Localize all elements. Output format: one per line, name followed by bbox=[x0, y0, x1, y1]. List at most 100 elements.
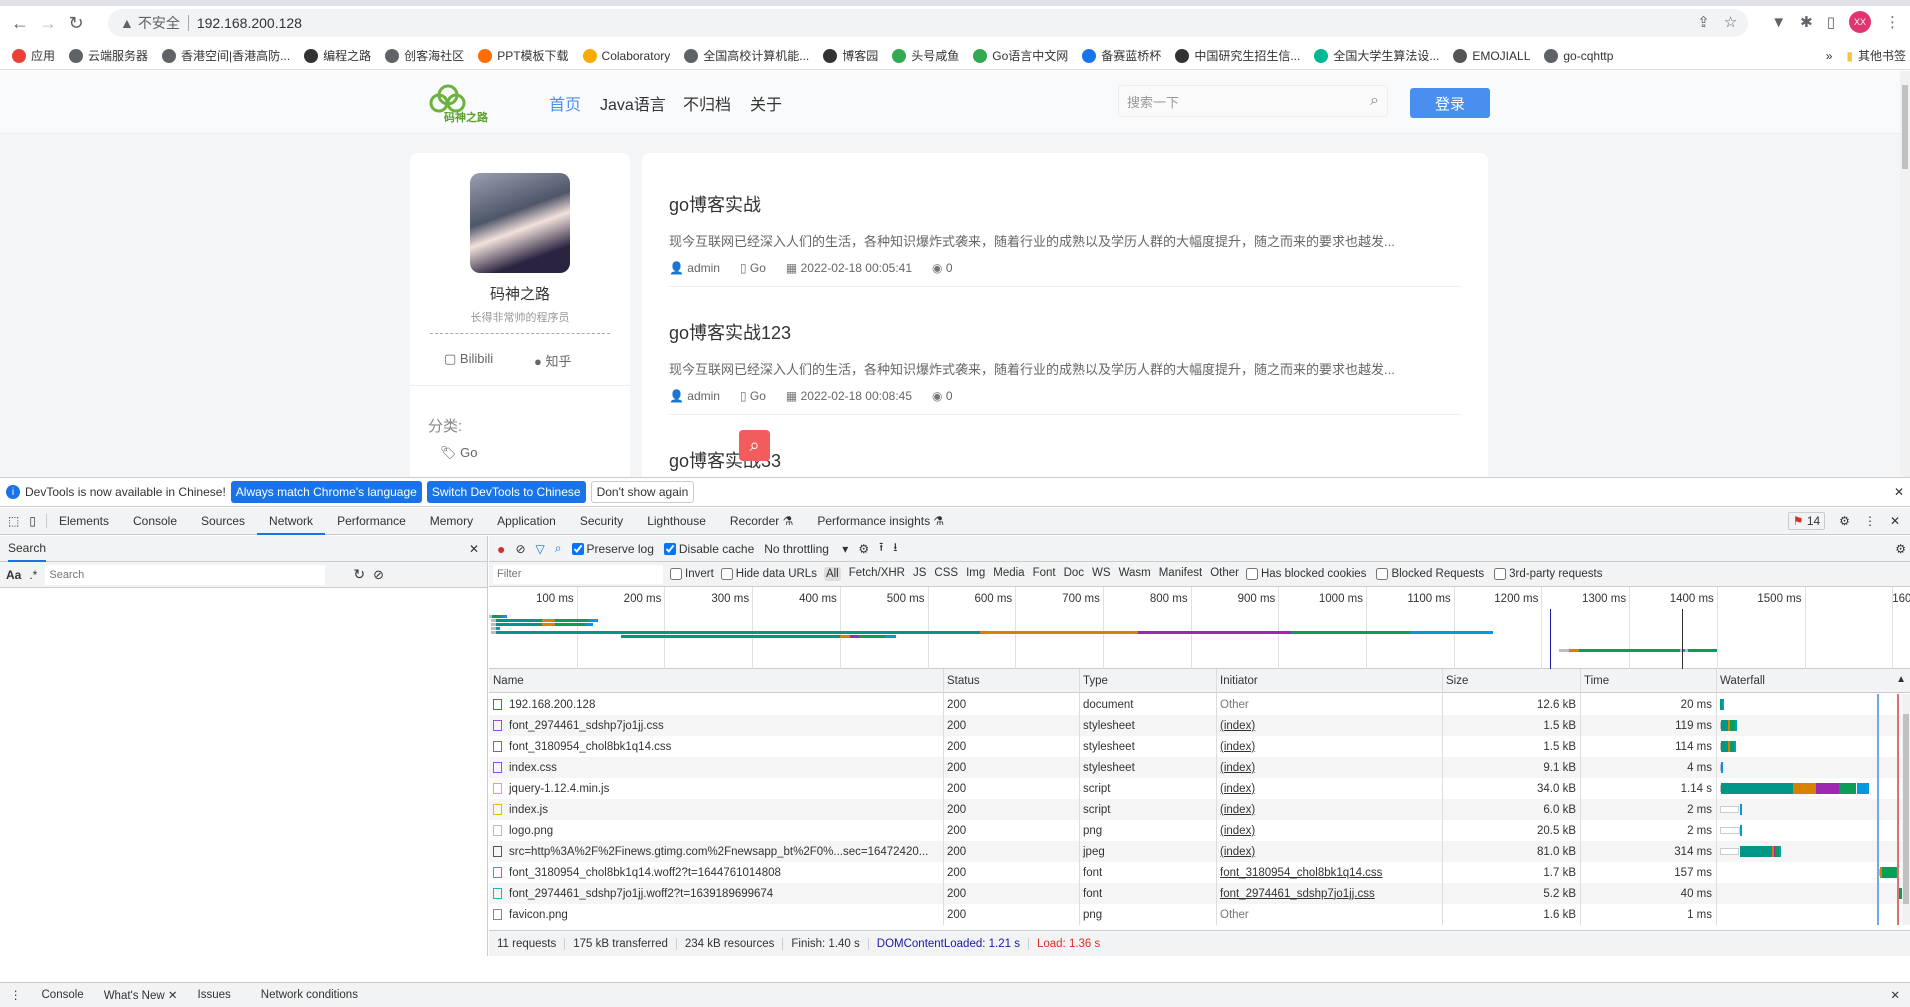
switch-chinese-button[interactable]: Switch DevTools to Chinese bbox=[426, 481, 586, 503]
extensions-icon[interactable]: ✱ bbox=[1800, 13, 1813, 31]
table-row[interactable]: font_3180954_chol8bk1q14.css 200 styleshee… bbox=[489, 736, 1910, 757]
forward-icon[interactable]: → bbox=[34, 9, 62, 37]
site-search-input[interactable]: 搜索一下 ⌕ bbox=[1118, 85, 1388, 117]
bookmark-item[interactable]: 头号咸鱼 bbox=[892, 47, 959, 64]
throttling-select[interactable]: No throttling ▾ bbox=[764, 542, 848, 556]
column-divider[interactable] bbox=[1216, 669, 1217, 925]
bilibili-link[interactable]: ▢ Bilibili bbox=[444, 351, 493, 367]
cell-initiator[interactable]: font_3180954_chol8bk1q14.css bbox=[1216, 862, 1442, 883]
column-header-status[interactable]: Status bbox=[943, 669, 1079, 692]
bookmark-item[interactable]: 博客园 bbox=[823, 47, 878, 64]
bookmark-item[interactable]: 云端服务器 bbox=[69, 47, 148, 64]
network-settings-icon[interactable]: ⚙ bbox=[1895, 542, 1906, 556]
bookmark-item[interactable]: EMOJIALL bbox=[1453, 48, 1530, 63]
drawer-tab-network-conditions[interactable]: Network conditions bbox=[261, 989, 358, 1001]
type-filter-all[interactable]: All bbox=[823, 567, 841, 581]
table-scrollbar[interactable] bbox=[1902, 694, 1910, 925]
tab-application[interactable]: Application bbox=[485, 508, 568, 535]
network-conditions-icon[interactable]: ⚙ bbox=[858, 542, 869, 556]
post-title[interactable]: go博客实战123 bbox=[669, 319, 791, 345]
menu-icon[interactable]: ⋮ bbox=[1885, 13, 1900, 31]
bookmark-item[interactable]: go-cqhttp bbox=[1544, 48, 1613, 63]
tab-sources[interactable]: Sources bbox=[189, 508, 257, 535]
table-row[interactable]: logo.png 200 png (index) 20.5 kB 2 ms bbox=[489, 820, 1910, 841]
dont-show-button[interactable]: Don't show again bbox=[590, 481, 695, 503]
cell-initiator[interactable]: (index) bbox=[1216, 736, 1442, 757]
device-toolbar-icon[interactable]: ▯ bbox=[25, 514, 47, 528]
column-header-type[interactable]: Type bbox=[1079, 669, 1216, 692]
column-header-waterfall[interactable]: Waterfall bbox=[1716, 669, 1910, 692]
table-row[interactable]: jquery-1.12.4.min.js 200 script (index) 34.0… bbox=[489, 778, 1910, 799]
regex-toggle[interactable]: .* bbox=[29, 568, 37, 582]
cell-initiator[interactable]: font_2974461_sdshp7jo1jj.css bbox=[1216, 883, 1442, 904]
preserve-log-checkbox[interactable]: Preserve log bbox=[571, 542, 654, 556]
type-filter-doc[interactable]: Doc bbox=[1064, 567, 1084, 581]
nav-archive[interactable]: 不归档 bbox=[683, 91, 731, 115]
filter-checkbox[interactable]: Blocked Requests bbox=[1376, 568, 1484, 580]
type-filter-fetchxhr[interactable]: Fetch/XHR bbox=[849, 567, 905, 581]
bookmark-item[interactable]: 全国高校计算机能... bbox=[684, 47, 809, 64]
clear-icon[interactable]: ⊘ bbox=[373, 567, 384, 583]
zhihu-link[interactable]: ● 知乎 bbox=[534, 351, 571, 370]
vue-devtools-icon[interactable]: ▼ bbox=[1771, 14, 1786, 31]
match-language-button[interactable]: Always match Chrome's language bbox=[230, 481, 422, 503]
column-header-time[interactable]: Time bbox=[1580, 669, 1716, 692]
cell-initiator[interactable]: (index) bbox=[1216, 799, 1442, 820]
bookmark-item[interactable]: 应用 bbox=[12, 47, 55, 64]
import-har-icon[interactable]: ⭱ bbox=[879, 538, 883, 559]
column-header-size[interactable]: Size bbox=[1442, 669, 1580, 692]
column-divider[interactable] bbox=[943, 669, 944, 925]
drawer-tab-issues[interactable]: Issues bbox=[198, 989, 231, 1001]
inspect-icon[interactable]: ⬚ bbox=[0, 514, 25, 528]
table-row[interactable]: 192.168.200.128 200 document Other 12.6 kB 20… bbox=[489, 694, 1910, 715]
close-drawer-icon[interactable]: ✕ bbox=[1890, 988, 1900, 1002]
settings-icon[interactable]: ⚙ bbox=[1839, 514, 1850, 528]
bookmark-item[interactable]: 编程之路 bbox=[304, 47, 371, 64]
search-field[interactable] bbox=[45, 564, 326, 585]
filter-checkbox[interactable]: 3rd-party requests bbox=[1494, 568, 1602, 580]
nav-about[interactable]: 关于 bbox=[750, 91, 782, 115]
hide-data-urls-checkbox[interactable]: Hide data URLs bbox=[720, 568, 817, 580]
type-filter-js[interactable]: JS bbox=[913, 567, 926, 581]
cell-initiator[interactable]: (index) bbox=[1216, 820, 1442, 841]
bookmark-item[interactable]: 中国研究生招生信... bbox=[1175, 47, 1300, 64]
bookmark-item[interactable]: 备赛蓝桥杯 bbox=[1082, 47, 1161, 64]
bookmark-item[interactable]: PPT模板下载 bbox=[478, 47, 569, 64]
column-divider[interactable] bbox=[1079, 669, 1080, 925]
type-filter-media[interactable]: Media bbox=[993, 567, 1024, 581]
more-icon[interactable]: ⋮ bbox=[1864, 514, 1876, 528]
bookmark-item[interactable]: Go语言中文网 bbox=[973, 47, 1068, 64]
column-header-name[interactable]: Name bbox=[489, 669, 943, 692]
drawer-menu-icon[interactable]: ⋮ bbox=[10, 988, 22, 1002]
login-button[interactable]: 登录 bbox=[1410, 88, 1490, 118]
floating-search-icon[interactable]: ⌕ bbox=[739, 430, 770, 461]
table-row[interactable]: font_3180954_chol8bk1q14.woff2?t=1644761… bbox=[489, 862, 1910, 883]
star-icon[interactable]: ☆ bbox=[1724, 13, 1737, 31]
filter-input[interactable] bbox=[493, 564, 663, 584]
table-row[interactable]: index.js 200 script (index) 6.0 kB 2 ms bbox=[489, 799, 1910, 820]
page-scrollbar[interactable] bbox=[1900, 71, 1910, 477]
share-icon[interactable]: ⇪ bbox=[1697, 13, 1710, 31]
type-filter-other[interactable]: Other bbox=[1210, 567, 1239, 581]
close-icon[interactable]: ✕ bbox=[1894, 485, 1904, 499]
clear-icon[interactable]: ⊘ bbox=[515, 542, 525, 556]
close-search-icon[interactable]: ✕ bbox=[469, 542, 479, 556]
nav-home[interactable]: 首页 bbox=[549, 91, 581, 115]
column-divider[interactable] bbox=[1442, 669, 1443, 925]
type-filter-manifest[interactable]: Manifest bbox=[1159, 567, 1202, 581]
cell-initiator[interactable]: (index) bbox=[1216, 778, 1442, 799]
tab-network[interactable]: Network bbox=[257, 508, 326, 535]
side-panel-icon[interactable]: ▯ bbox=[1827, 13, 1835, 31]
cell-initiator[interactable]: (index) bbox=[1216, 715, 1442, 736]
type-filter-wasm[interactable]: Wasm bbox=[1119, 567, 1151, 581]
profile-avatar[interactable]: XX bbox=[1849, 11, 1871, 33]
invert-checkbox[interactable]: Invert bbox=[670, 568, 714, 580]
drawer-tab-whats-new[interactable]: What's New ✕ bbox=[104, 988, 178, 1002]
cell-initiator[interactable]: (index) bbox=[1216, 757, 1442, 778]
cell-initiator[interactable]: (index) bbox=[1216, 841, 1442, 862]
refresh-icon[interactable]: ↻ bbox=[353, 566, 365, 583]
table-row[interactable]: index.css 200 stylesheet (index) 9.1 kB 4 ms bbox=[489, 757, 1910, 778]
site-logo[interactable]: 码神之路 bbox=[426, 81, 496, 125]
post-title[interactable]: go博客实战 bbox=[669, 191, 761, 217]
category-go[interactable]: 🏷 Go bbox=[440, 445, 477, 461]
